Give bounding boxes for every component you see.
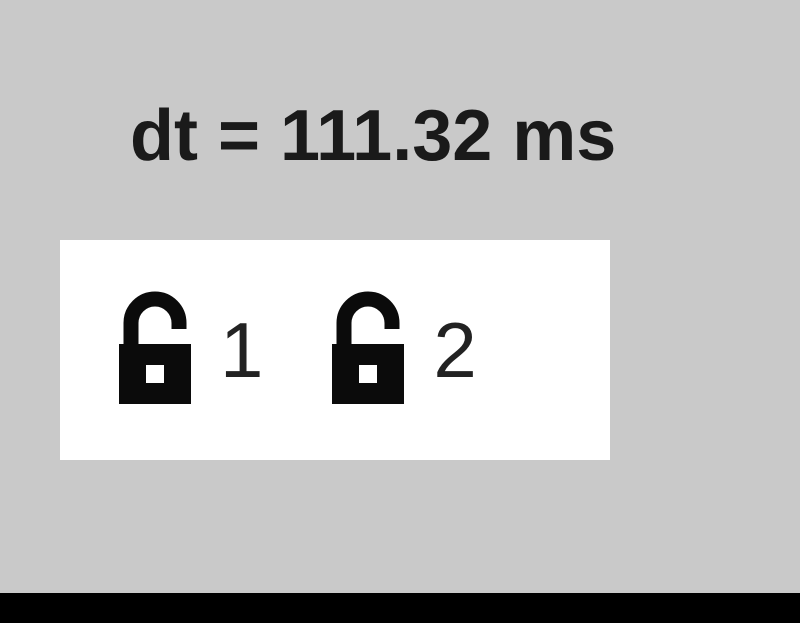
bottom-bar (0, 593, 800, 623)
lock-label: 1 (220, 305, 263, 396)
unlock-icon (110, 290, 200, 410)
unlock-icon (323, 290, 413, 410)
lock-item-1[interactable]: 1 (110, 290, 263, 410)
lock-label: 2 (433, 305, 476, 396)
lock-panel: 1 2 (60, 240, 610, 460)
timing-label: dt = 111.32 ms (130, 95, 616, 177)
lock-item-2[interactable]: 2 (323, 290, 476, 410)
